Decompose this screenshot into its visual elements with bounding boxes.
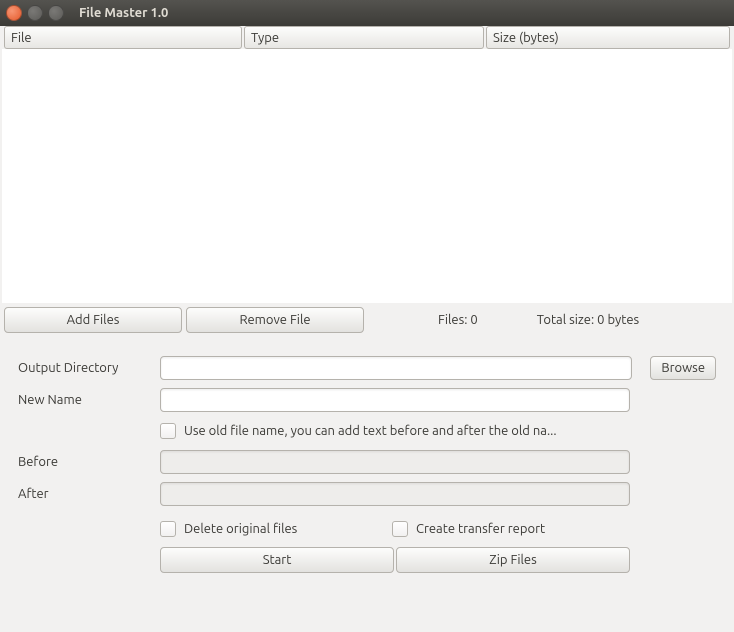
total-size-label: Total size: 0 bytes <box>537 313 639 327</box>
titlebar: File Master 1.0 <box>0 0 734 26</box>
minimize-icon[interactable] <box>27 5 43 21</box>
after-label: After <box>18 487 160 501</box>
column-header-type[interactable]: Type <box>244 26 484 49</box>
browse-button[interactable]: Browse <box>650 356 716 380</box>
create-report-label: Create transfer report <box>416 522 545 536</box>
column-header-file[interactable]: File <box>4 26 242 49</box>
use-old-name-checkbox[interactable] <box>160 423 176 439</box>
delete-originals-label: Delete original files <box>184 522 297 536</box>
new-name-input[interactable] <box>160 388 630 412</box>
file-list[interactable] <box>2 49 732 303</box>
output-dir-label: Output Directory <box>18 361 160 375</box>
before-input <box>160 450 630 474</box>
column-header-size[interactable]: Size (bytes) <box>486 26 730 49</box>
new-name-label: New Name <box>18 393 160 407</box>
before-label: Before <box>18 455 160 469</box>
maximize-icon[interactable] <box>48 5 64 21</box>
form-area: Output Directory Browse New Name Use old… <box>0 337 734 632</box>
files-count-label: Files: 0 <box>438 313 478 327</box>
app-body: File Type Size (bytes) Add Files Remove … <box>0 26 734 632</box>
use-old-name-label: Use old file name, you can add text befo… <box>184 424 630 438</box>
toolbar: Add Files Remove File Files: 0 Total siz… <box>0 303 734 337</box>
create-report-checkbox[interactable] <box>392 521 408 537</box>
window-title: File Master 1.0 <box>79 6 168 20</box>
table-header: File Type Size (bytes) <box>0 26 734 49</box>
delete-originals-checkbox[interactable] <box>160 521 176 537</box>
start-button[interactable]: Start <box>160 547 394 573</box>
output-dir-input[interactable] <box>160 356 632 380</box>
remove-file-button[interactable]: Remove File <box>186 307 364 333</box>
add-files-button[interactable]: Add Files <box>4 307 182 333</box>
close-icon[interactable] <box>6 5 22 21</box>
zip-files-button[interactable]: Zip Files <box>396 547 630 573</box>
after-input <box>160 482 630 506</box>
